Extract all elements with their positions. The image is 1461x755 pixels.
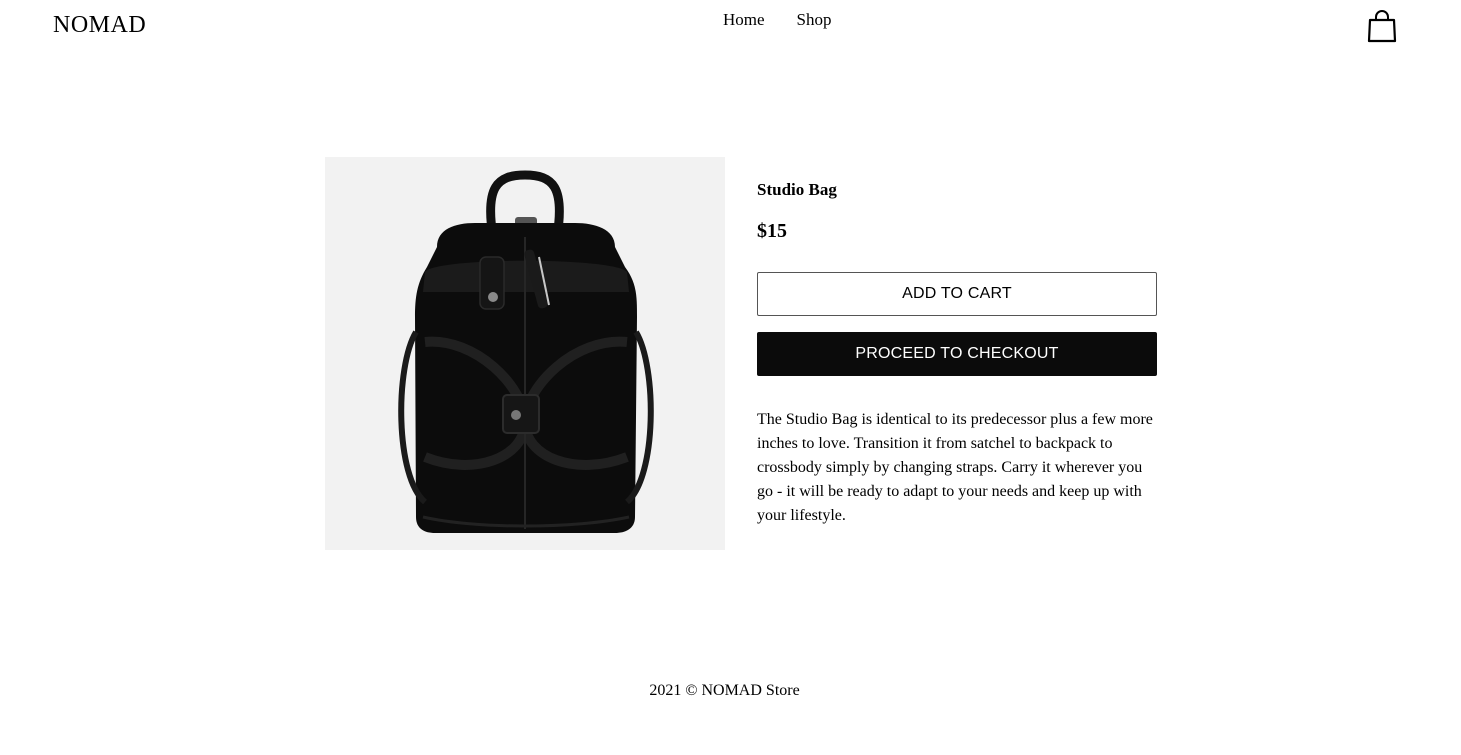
product-title: Studio Bag [757, 180, 837, 199]
footer-copyright: 2021 © NOMAD Store [649, 682, 800, 699]
footer: 2021 © NOMAD Store [0, 680, 1461, 702]
page: NOMAD Home Shop Studio Bag $15 ADD TO CA… [0, 0, 1461, 755]
product-price: $15 [757, 220, 787, 242]
site-logo[interactable]: NOMAD [53, 10, 146, 40]
shopping-bag-icon[interactable] [1367, 9, 1397, 43]
product-image [325, 157, 725, 550]
main-nav: Home Shop [723, 10, 832, 30]
nav-link-home[interactable]: Home [723, 10, 765, 30]
backpack-image [398, 170, 654, 533]
add-to-cart-button[interactable]: ADD TO CART [757, 272, 1157, 316]
nav-link-shop[interactable]: Shop [797, 10, 832, 30]
product-details: Studio Bag $15 ADD TO CART PROCEED TO CH… [757, 179, 1157, 544]
product-description: The Studio Bag is identical to its prede… [757, 411, 1153, 524]
checkout-button[interactable]: PROCEED TO CHECKOUT [757, 332, 1157, 376]
